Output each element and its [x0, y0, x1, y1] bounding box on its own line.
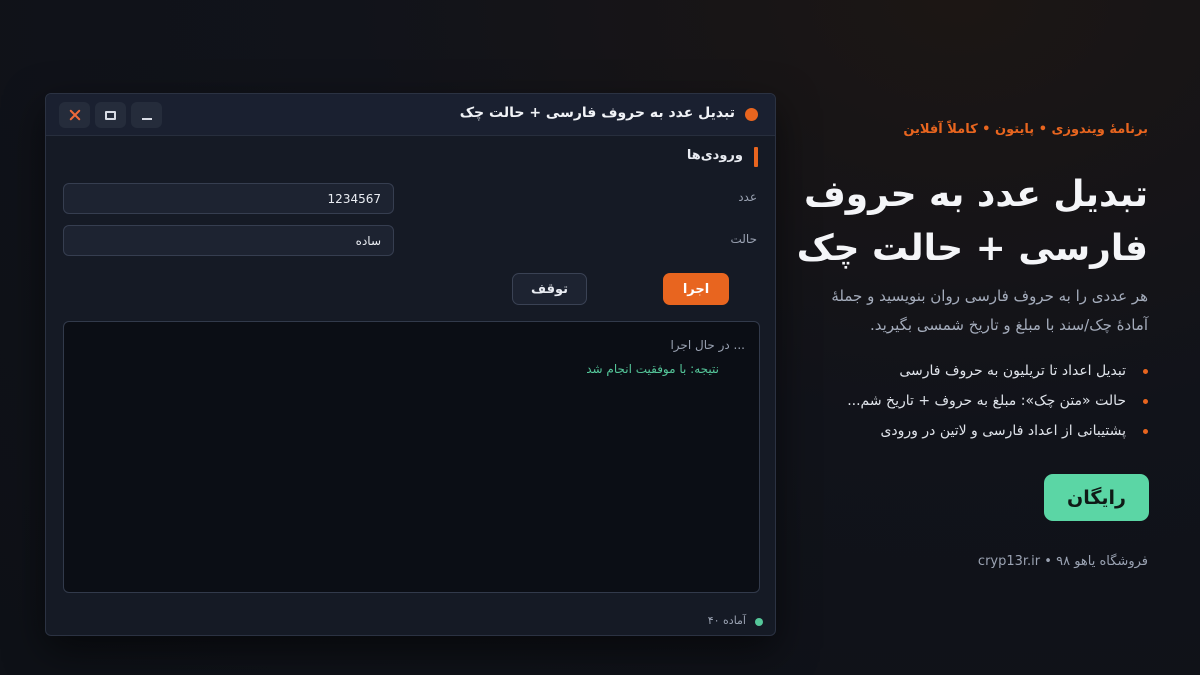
description-line: هر عددی را به حروف فارسی روان بنویسید و … [831, 287, 1148, 305]
maximize-button[interactable] [95, 102, 126, 128]
hero-title-line: تبدیل عدد به حروف [803, 174, 1148, 215]
status-indicator [755, 618, 763, 626]
section-accent-bar [754, 147, 758, 167]
close-button[interactable] [59, 102, 90, 128]
hero-description: هر عددی را به حروف فارسی روان بنویسید و … [831, 282, 1148, 340]
window-title: تبدیل عدد به حروف فارسی + حالت چک [459, 105, 735, 121]
run-button[interactable]: اجرا [663, 273, 729, 305]
title-bar[interactable]: تبدیل عدد به حروف فارسی + حالت چک [46, 94, 775, 136]
mode-label: حالت [730, 232, 757, 246]
close-icon [69, 109, 81, 121]
hero-title: تبدیل عدد به حروف فارسی + حالت چک [797, 168, 1148, 276]
app-icon [745, 108, 758, 121]
footer-text: فروشگاه یاهو ۹۸ • cryp13r.ir [977, 554, 1148, 569]
feature-item: پشتیبانی از اعداد فارسی و لاتین در ورودی [847, 416, 1148, 446]
feature-item: تبدیل اعداد تا تریلیون به حروف فارسی [847, 356, 1148, 386]
app-window: تبدیل عدد به حروف فارسی + حالت چک ورودی‌… [45, 93, 776, 636]
number-input[interactable] [63, 183, 394, 214]
log-line: ... در حال اجرا [670, 338, 745, 352]
hero-title-line: فارسی + حالت چک [796, 228, 1148, 269]
maximize-icon [105, 110, 116, 120]
stop-button[interactable]: توقف [512, 273, 587, 305]
status-text: آماده ۴۰ [707, 614, 746, 627]
log-line: نتیجه: با موفقیت انجام شد [586, 362, 719, 376]
minimize-icon [141, 118, 152, 120]
number-label: عدد [738, 190, 757, 204]
eyebrow-text: برنامهٔ ویندوزی • پایتون • کاملاً آفلاین [903, 122, 1148, 137]
minimize-button[interactable] [131, 102, 162, 128]
section-title: ورودی‌ها [686, 148, 743, 163]
description-line: آمادهٔ چک/سند با مبلغ و تاریخ شمسی بگیری… [870, 316, 1148, 334]
feature-list: تبدیل اعداد تا تریلیون به حروف فارسی حال… [847, 356, 1148, 446]
free-button[interactable]: رایگان [1044, 474, 1149, 521]
mode-input[interactable] [63, 225, 394, 256]
output-log[interactable]: ... در حال اجرا نتیجه: با موفقیت انجام ش… [63, 321, 760, 593]
feature-item: حالت «متن چک»: مبلغ به حروف + تاریخ شم..… [847, 386, 1148, 416]
